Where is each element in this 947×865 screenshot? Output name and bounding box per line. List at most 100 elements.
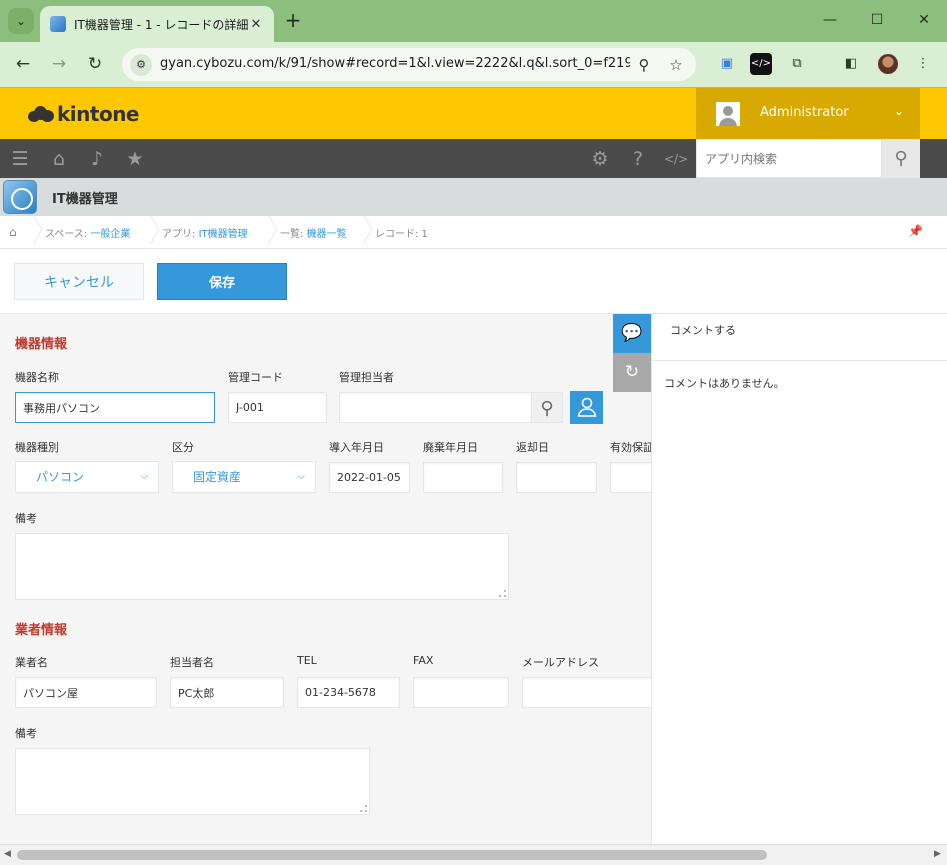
app-favicon-icon — [50, 16, 66, 32]
tel-input[interactable] — [297, 677, 400, 708]
site-info-icon[interactable]: ⚙ — [130, 54, 152, 76]
chevron-down-icon: ⌵ — [297, 471, 305, 482]
device-type-value: パソコン — [36, 470, 85, 484]
breadcrumb: ⌂ スペース: 一般企業 アプリ: IT機器管理 一覧: 機器一覧 レコード: … — [0, 216, 947, 249]
browser-tab[interactable]: IT機器管理 - 1 - レコードの詳細 ✕ — [40, 6, 274, 42]
app-search-input[interactable] — [696, 139, 882, 178]
browser-tab-strip: ⌄ IT機器管理 - 1 - レコードの詳細 ✕ + — ☐ ✕ — [0, 0, 947, 42]
mgmt-code-input[interactable] — [228, 392, 327, 423]
gear-icon[interactable]: ⚙ — [588, 147, 612, 171]
side-tabs: 💬 ↻ — [613, 314, 651, 392]
note-textarea-2[interactable] — [15, 748, 370, 815]
user-select-icon[interactable] — [570, 391, 603, 424]
scrollbar-thumb[interactable] — [17, 850, 767, 860]
email-input[interactable] — [522, 677, 651, 708]
breadcrumb-record: レコード: 1 — [375, 229, 428, 240]
logo-text: kintone — [57, 102, 140, 126]
return-date-input[interactable] — [516, 462, 597, 493]
comment-icon[interactable]: 💬 — [613, 314, 651, 353]
profile-avatar[interactable] — [878, 54, 898, 74]
scroll-left-icon[interactable]: ◀ — [4, 849, 11, 859]
kintone-header: kintone Administrator ⌄ — [0, 87, 947, 139]
user-menu[interactable]: Administrator ⌄ — [696, 88, 920, 139]
action-bar: キャンセル 保存 — [0, 249, 947, 314]
mgmt-person-input[interactable] — [339, 392, 532, 423]
scroll-right-icon[interactable]: ▶ — [934, 849, 941, 859]
disposal-date-input[interactable] — [423, 462, 503, 493]
close-icon[interactable]: ✕ — [248, 17, 264, 32]
new-tab-button[interactable]: + — [282, 9, 304, 31]
code-icon[interactable]: </> — [664, 147, 688, 171]
help-icon[interactable]: ? — [626, 147, 650, 171]
breadcrumb-view[interactable]: 一覧: 機器一覧 — [280, 225, 347, 240]
label-mgmt-code: 管理コード — [228, 371, 283, 384]
chevron-down-icon: ⌄ — [15, 14, 27, 28]
fax-input[interactable] — [413, 677, 509, 708]
save-button[interactable]: 保存 — [157, 263, 287, 300]
pin-icon[interactable]: 📌 — [908, 224, 923, 238]
search-icon[interactable]: ⚲ — [531, 392, 563, 423]
label-tel: TEL — [297, 654, 317, 667]
comment-input[interactable]: コメントする — [652, 314, 947, 361]
address-bar[interactable]: ⚙ gyan.cybozu.com/k/91/show#record=1&l.v… — [122, 48, 696, 81]
label-disposal-date: 廃棄年月日 — [423, 441, 478, 454]
cloud-logo-icon — [28, 105, 54, 123]
app-title-bar: IT機器管理 — [0, 178, 947, 216]
chevron-down-icon: ⌵ — [140, 471, 148, 482]
label-note-2: 備考 — [15, 727, 37, 740]
kintone-logo[interactable]: kintone — [28, 102, 140, 126]
star-icon[interactable]: ★ — [123, 147, 147, 171]
section-title-vendor: 業者情報 — [15, 623, 68, 638]
home-icon[interactable]: ⌂ — [47, 147, 71, 171]
reload-icon[interactable]: ↻ — [83, 52, 107, 76]
side-panel-icon[interactable]: ◧ — [840, 53, 862, 75]
label-install-date: 導入年月日 — [329, 441, 384, 454]
maximize-button[interactable]: ☐ — [862, 8, 892, 32]
home-icon[interactable]: ⌂ — [9, 225, 17, 239]
label-contact-name: 担当者名 — [170, 656, 214, 669]
label-device-type: 機器種別 — [15, 441, 59, 454]
category-value: 固定資産 — [193, 470, 242, 484]
label-note: 備考 — [15, 512, 37, 525]
install-date-input[interactable] — [329, 462, 410, 493]
history-icon[interactable]: ↻ — [613, 353, 651, 392]
tab-search-button[interactable]: ⌄ — [8, 8, 34, 34]
window-close-button[interactable]: ✕ — [909, 8, 939, 32]
warranty-input[interactable] — [610, 462, 651, 493]
extension-code-icon[interactable]: </> — [750, 53, 772, 75]
bookmark-star-icon[interactable]: ☆ — [666, 55, 686, 75]
horizontal-scrollbar[interactable]: ◀ ▶ — [0, 844, 947, 865]
category-select[interactable]: 固定資産 ⌵ — [172, 461, 316, 493]
note-textarea[interactable] — [15, 533, 509, 600]
chevron-down-icon: ⌄ — [894, 104, 905, 118]
extensions-puzzle-icon[interactable]: ⧉ — [786, 53, 808, 75]
device-type-select[interactable]: パソコン ⌵ — [15, 461, 159, 493]
label-mgmt-person: 管理担当者 — [339, 371, 394, 384]
contact-name-input[interactable] — [170, 677, 284, 708]
back-icon[interactable]: ← — [11, 52, 35, 76]
comment-placeholder: コメントする — [670, 324, 736, 337]
global-nav: ☰ ⌂ ♪ ★ ⚙ ? </> ⚲ — [0, 139, 947, 178]
minimize-button[interactable]: — — [815, 8, 845, 32]
app-title: IT機器管理 — [52, 192, 118, 207]
device-name-input[interactable] — [15, 392, 215, 423]
breadcrumb-app[interactable]: アプリ: IT機器管理 — [162, 225, 248, 240]
label-email: メールアドレス — [522, 656, 599, 669]
search-icon[interactable]: ⚲ — [882, 139, 920, 178]
menu-icon[interactable]: ☰ — [8, 147, 32, 171]
resize-grip[interactable] — [360, 805, 367, 812]
user-name: Administrator — [760, 105, 849, 120]
forward-icon[interactable]: → — [47, 52, 71, 76]
zoom-icon[interactable]: ⚲ — [634, 55, 654, 75]
cancel-button[interactable]: キャンセル — [14, 263, 144, 300]
url-text[interactable]: gyan.cybozu.com/k/91/show#record=1&l.vie… — [160, 56, 630, 71]
comment-panel: コメントする コメントはありません。 — [651, 314, 947, 844]
breadcrumb-space[interactable]: スペース: 一般企業 — [45, 225, 130, 240]
extension-translate-icon[interactable]: ▣ — [716, 53, 738, 75]
label-vendor-name: 業者名 — [15, 656, 48, 669]
kebab-menu-icon[interactable]: ⋮ — [912, 53, 934, 75]
bell-icon[interactable]: ♪ — [85, 147, 109, 171]
tab-title: IT機器管理 - 1 - レコードの詳細 — [74, 17, 248, 32]
vendor-name-input[interactable] — [15, 677, 157, 708]
resize-grip[interactable] — [499, 590, 506, 597]
